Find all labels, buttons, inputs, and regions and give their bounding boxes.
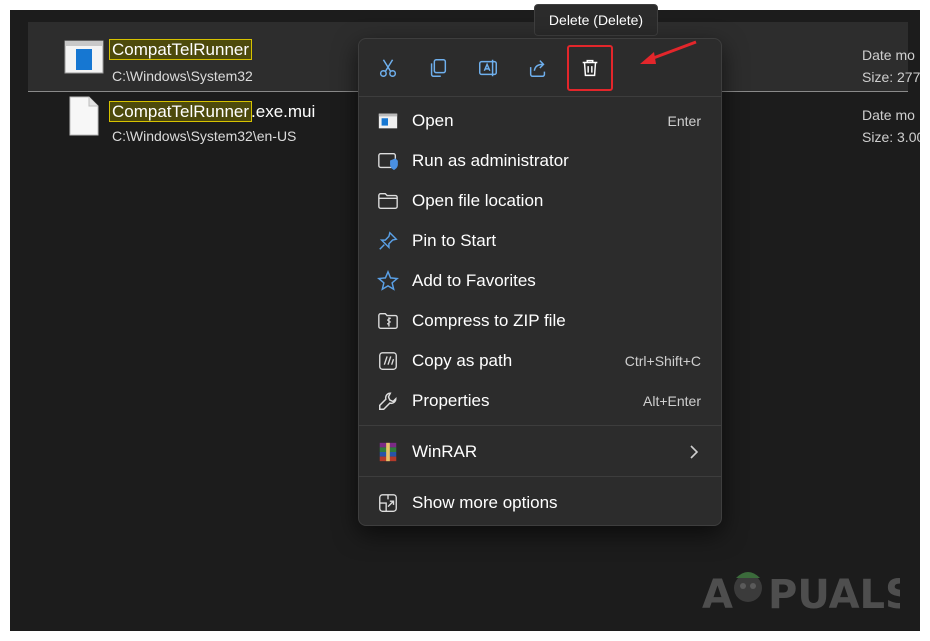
menu-item-label: Run as administrator <box>412 151 569 170</box>
menu-item-winrar[interactable]: WinRAR <box>359 432 721 472</box>
menu-item-label: Open file location <box>412 191 544 210</box>
menu-item-label: Pin to Start <box>412 231 497 250</box>
copy-icon <box>430 59 447 77</box>
menu-separator <box>359 476 721 477</box>
menu-item-label: WinRAR <box>412 442 478 461</box>
menu-item-pin-to-start[interactable]: Pin to Start <box>359 221 721 261</box>
menu-item-label: Properties <box>412 391 490 410</box>
menu-item-compress-to-zip[interactable]: Compress to ZIP file <box>359 301 721 341</box>
menu-item-shortcut: Enter <box>667 113 701 129</box>
menu-item-label: Copy as path <box>412 351 513 370</box>
menu-item-open[interactable]: Open Enter <box>359 101 721 141</box>
file-date-label: Date mo <box>862 107 915 123</box>
chevron-right-icon <box>690 445 699 459</box>
pin-icon <box>376 230 400 252</box>
file-size-label: Size: 277 <box>862 69 920 85</box>
file-name: CompatTelRunner .exe.mui <box>108 101 316 122</box>
menu-item-shortcut: Ctrl+Shift+C <box>624 353 701 369</box>
file-meta: Date mo Size: 277 <box>862 44 920 88</box>
wrench-icon <box>376 390 400 412</box>
delete-button[interactable] <box>567 45 613 91</box>
search-match-highlight: CompatTelRunner <box>108 39 253 60</box>
menu-item-label: Show more options <box>412 493 558 512</box>
menu-item-add-to-favorites[interactable]: Add to Favorites <box>359 261 721 301</box>
share-button[interactable] <box>521 51 555 85</box>
blank-document-icon <box>69 96 99 136</box>
rename-icon <box>479 59 497 77</box>
trash-icon <box>582 59 598 77</box>
menu-item-label: Open <box>412 111 454 130</box>
menu-item-open-file-location[interactable]: Open file location <box>359 181 721 221</box>
zip-folder-icon <box>376 310 400 332</box>
menu-item-show-more-options[interactable]: Show more options <box>359 483 721 523</box>
menu-item-run-as-administrator[interactable]: Run as administrator <box>359 141 721 181</box>
cut-button[interactable] <box>371 51 405 85</box>
folder-icon <box>376 190 400 212</box>
delete-tooltip: Delete (Delete) <box>534 4 658 36</box>
copy-path-icon <box>376 350 400 372</box>
search-match-highlight: CompatTelRunner <box>108 101 253 122</box>
file-path: C:\Windows\System32 <box>112 68 253 84</box>
menu-item-label: Add to Favorites <box>412 271 536 290</box>
context-menu: Open Enter Run as administrator Open fil… <box>358 38 722 526</box>
file-name: CompatTelRunner <box>108 39 253 60</box>
menu-item-label: Compress to ZIP file <box>412 311 566 330</box>
more-options-icon <box>376 492 400 514</box>
share-icon <box>529 60 546 77</box>
file-date-label: Date mo <box>862 47 915 63</box>
watermark-logo: A PUALS <box>700 562 900 618</box>
open-window-icon <box>376 110 400 132</box>
watermark-mascot-icon: A PUALS <box>702 572 900 618</box>
annotation-arrow <box>640 40 697 64</box>
rename-button[interactable] <box>471 51 505 85</box>
file-meta: Date mo Size: 3.00 <box>862 104 920 148</box>
svg-text:PUALS: PUALS <box>768 572 900 618</box>
application-window-icon <box>64 40 104 74</box>
svg-text:A: A <box>702 572 733 618</box>
file-name-suffix: .exe.mui <box>251 102 316 121</box>
menu-item-shortcut: Alt+Enter <box>643 393 701 409</box>
menu-item-properties[interactable]: Properties Alt+Enter <box>359 381 721 421</box>
menu-separator <box>359 425 721 426</box>
shield-window-icon <box>376 150 400 172</box>
scissors-icon <box>379 59 397 77</box>
star-icon <box>376 270 400 292</box>
copy-button[interactable] <box>421 51 455 85</box>
menu-item-copy-as-path[interactable]: Copy as path Ctrl+Shift+C <box>359 341 721 381</box>
file-path: C:\Windows\System32\en-US <box>112 128 297 144</box>
winrar-icon <box>376 441 400 463</box>
file-size-label: Size: 3.00 <box>862 129 920 145</box>
